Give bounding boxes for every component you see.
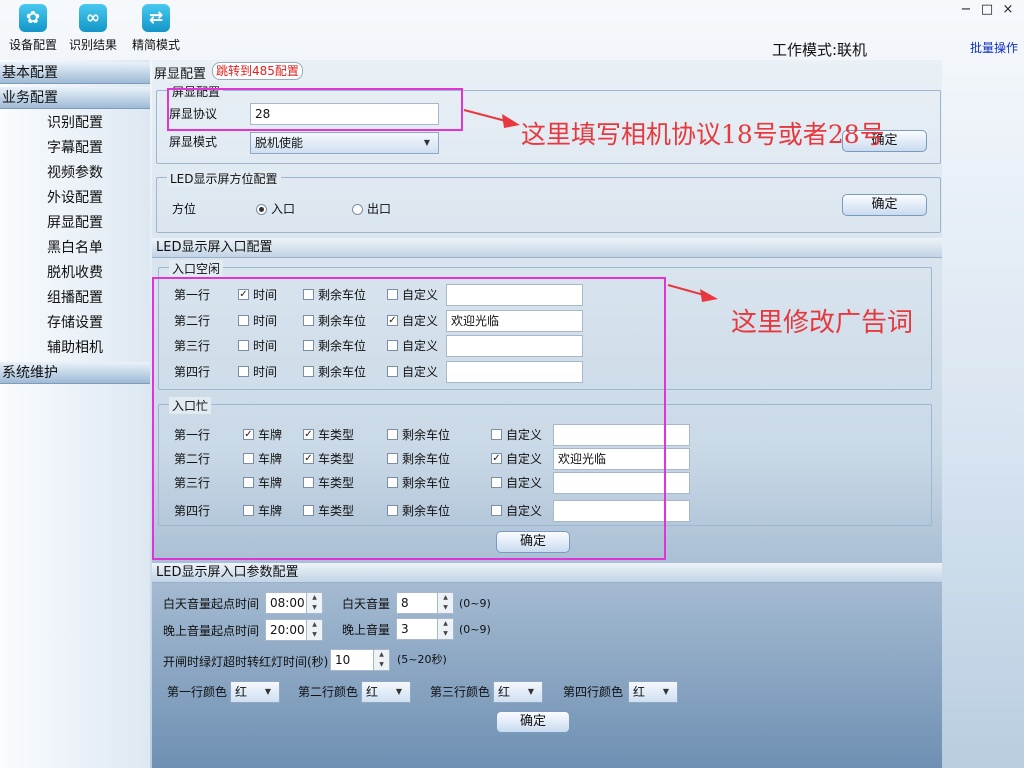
device-config-label: 设备配置 xyxy=(8,38,57,52)
night-volume-spinner[interactable]: 3 ▲ ▼ xyxy=(396,618,454,640)
line-color-select[interactable]: 红 ▼ xyxy=(230,681,280,703)
params-ok-button[interactable]: 确定 xyxy=(496,711,570,733)
spin-up-icon[interactable]: ▲ xyxy=(306,593,322,603)
sidebar-item-offline-charge[interactable]: 脱机收费 xyxy=(47,263,103,283)
annotation-arrow-icon xyxy=(463,109,520,128)
direction-ok-button[interactable]: 确定 xyxy=(842,194,927,216)
batch-operation-link[interactable]: 批量操作 xyxy=(970,39,1018,56)
sidebar-basic-config[interactable]: 基本配置 xyxy=(0,62,150,84)
spin-up-icon[interactable]: ▲ xyxy=(373,650,389,660)
params-section-header: LED显示屏入口参数配置 xyxy=(152,563,942,583)
chevron-down-icon: ▼ xyxy=(527,687,534,696)
line-color-select[interactable]: 红 ▼ xyxy=(628,681,678,703)
ad-annotation-text: 这里修改广告词 xyxy=(731,308,914,338)
work-mode-status: 工作模式:联机 xyxy=(772,41,868,59)
line-color-value: 红 xyxy=(235,685,248,699)
day-volume-label: 白天音量 xyxy=(342,597,391,611)
mode-label: 屏显模式 xyxy=(169,135,218,149)
line-color-select[interactable]: 红 ▼ xyxy=(493,681,543,703)
night-volume-label: 晚上音量 xyxy=(342,623,391,637)
timeout-value: 10 xyxy=(335,653,351,667)
entry-radio[interactable] xyxy=(256,204,267,215)
line-color-label: 第四行颜色 xyxy=(563,685,624,699)
sidebar-item-screen[interactable]: 屏显配置 xyxy=(47,213,103,233)
spin-down-icon[interactable]: ▼ xyxy=(437,629,453,639)
device-config-button[interactable]: ✿ 设备配置 xyxy=(3,4,63,53)
direction-label: 方位 xyxy=(172,202,197,216)
protocol-highlight-box xyxy=(167,88,463,131)
sidebar-business-config[interactable]: 业务配置 xyxy=(0,87,150,109)
close-icon[interactable]: × xyxy=(998,2,1018,17)
night-volume-value: 3 xyxy=(401,622,409,636)
recognition-results-label: 识别结果 xyxy=(68,38,117,52)
page-title: 屏显配置 xyxy=(154,67,207,82)
day-start-label: 白天音量起点时间 xyxy=(163,597,260,611)
night-start-value: 20:00 xyxy=(270,623,305,637)
spin-up-icon[interactable]: ▲ xyxy=(437,619,453,629)
line-color-select[interactable]: 红 ▼ xyxy=(361,681,411,703)
line-color-label: 第三行颜色 xyxy=(430,685,491,699)
exit-radio-label: 出口 xyxy=(367,202,392,216)
night-start-spinner[interactable]: 20:00 ▲ ▼ xyxy=(265,619,323,641)
day-start-value: 08:00 xyxy=(270,596,305,610)
timeout-label: 开闸时绿灯超时转红灯时间(秒) xyxy=(163,655,329,669)
sidebar-item-multicast[interactable]: 组播配置 xyxy=(47,288,103,308)
spin-down-icon[interactable]: ▼ xyxy=(437,603,453,613)
sidebar-system-maintenance[interactable]: 系统维护 xyxy=(0,362,150,384)
timeout-spinner[interactable]: 10 ▲ ▼ xyxy=(330,649,390,671)
swap-icon: ⇄ xyxy=(142,4,170,32)
chevron-down-icon: ▼ xyxy=(264,687,271,696)
jump-485-link[interactable]: 跳转到485配置 xyxy=(212,62,303,80)
spin-down-icon[interactable]: ▼ xyxy=(373,660,389,670)
entry-radio-label: 入口 xyxy=(271,202,296,216)
day-volume-value: 8 xyxy=(401,596,409,610)
sidebar-item-aux-camera[interactable]: 辅助相机 xyxy=(47,338,103,358)
entry-section-header: LED显示屏入口配置 xyxy=(152,238,942,258)
chevron-down-icon: ▼ xyxy=(662,687,669,696)
annotation-arrow-icon xyxy=(667,284,718,302)
line-color-label: 第一行颜色 xyxy=(167,685,228,699)
infinity-icon: ∞ xyxy=(79,4,107,32)
protocol-annotation-text: 这里填写相机协议18号或者28号 xyxy=(521,120,885,149)
line-color-value: 红 xyxy=(633,685,646,699)
maximize-icon[interactable]: □ xyxy=(977,2,997,17)
sidebar-item-video[interactable]: 视频参数 xyxy=(47,163,103,183)
spin-up-icon[interactable]: ▲ xyxy=(306,620,322,630)
minimize-icon[interactable]: − xyxy=(956,2,976,17)
spin-up-icon[interactable]: ▲ xyxy=(437,593,453,603)
night-volume-range: (0~9) xyxy=(459,623,491,636)
entry-idle-title: 入口空闲 xyxy=(169,260,224,277)
timeout-range: (5~20秒) xyxy=(397,653,447,666)
ad-text-highlight-box xyxy=(152,277,666,560)
day-volume-range: (0~9) xyxy=(459,597,491,610)
sidebar-item-recognition[interactable]: 识别配置 xyxy=(47,113,103,133)
simple-mode-label: 精简模式 xyxy=(131,38,180,52)
sidebar-item-peripheral[interactable]: 外设配置 xyxy=(47,188,103,208)
sidebar-item-storage[interactable]: 存储设置 xyxy=(47,313,103,333)
chevron-down-icon: ▼ xyxy=(395,687,402,696)
spin-down-icon[interactable]: ▼ xyxy=(306,603,322,613)
mode-select[interactable]: 脱机使能 ▼ xyxy=(250,132,439,154)
line-color-value: 红 xyxy=(498,685,511,699)
sidebar: 基本配置 业务配置 识别配置 字幕配置 视频参数 外设配置 屏显配置 黑白名单 … xyxy=(0,60,150,768)
direction-config-title: LED显示屏方位配置 xyxy=(167,170,281,187)
line-color-value: 红 xyxy=(366,685,379,699)
day-start-spinner[interactable]: 08:00 ▲ ▼ xyxy=(265,592,323,614)
exit-radio[interactable] xyxy=(352,204,363,215)
spin-down-icon[interactable]: ▼ xyxy=(306,630,322,640)
mode-select-value: 脱机使能 xyxy=(255,136,304,150)
gear-icon: ✿ xyxy=(19,4,47,32)
line-color-label: 第二行颜色 xyxy=(298,685,359,699)
night-start-label: 晚上音量起点时间 xyxy=(163,624,260,638)
day-volume-spinner[interactable]: 8 ▲ ▼ xyxy=(396,592,454,614)
chevron-down-icon: ▼ xyxy=(423,138,430,147)
sidebar-item-blackwhite[interactable]: 黑白名单 xyxy=(47,238,103,258)
recognition-results-button[interactable]: ∞ 识别结果 xyxy=(63,4,123,53)
sidebar-item-subtitle[interactable]: 字幕配置 xyxy=(47,138,103,158)
simple-mode-button[interactable]: ⇄ 精简模式 xyxy=(126,4,186,53)
